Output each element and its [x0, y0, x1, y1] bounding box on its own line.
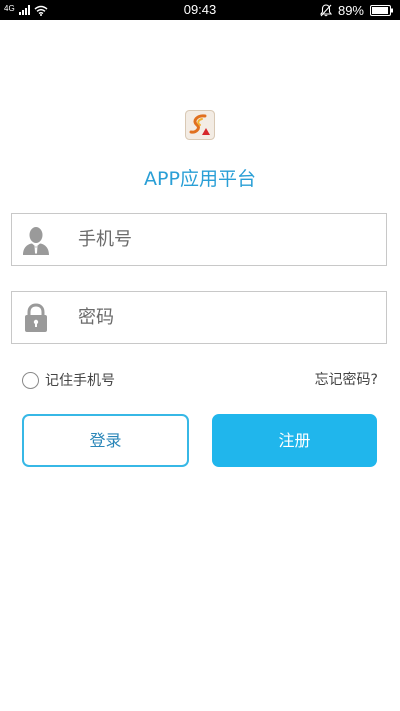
radio-icon[interactable]: [22, 371, 39, 389]
mute-icon: [319, 3, 332, 16]
password-placeholder: 密码: [78, 307, 114, 328]
forgot-password-link[interactable]: 忘记密码?: [315, 370, 378, 390]
remember-label: 记住手机号: [45, 373, 115, 389]
status-bar: 4G 09:43 89%: [0, 0, 400, 20]
battery-icon: [370, 4, 393, 16]
phone-field[interactable]: 手机号: [11, 213, 387, 266]
user-icon: [23, 227, 49, 255]
register-button[interactable]: 注册: [212, 414, 377, 467]
remember-phone-checkbox[interactable]: 记住手机号: [22, 370, 115, 390]
app-title: APP应用平台: [144, 168, 256, 190]
phone-placeholder: 手机号: [78, 229, 132, 250]
app-logo: [185, 110, 215, 140]
password-field[interactable]: 密码: [11, 291, 387, 344]
lock-icon: [25, 303, 47, 332]
status-right: 89%: [319, 2, 394, 18]
battery-percent: 89%: [337, 2, 364, 18]
login-button[interactable]: 登录: [22, 414, 189, 467]
